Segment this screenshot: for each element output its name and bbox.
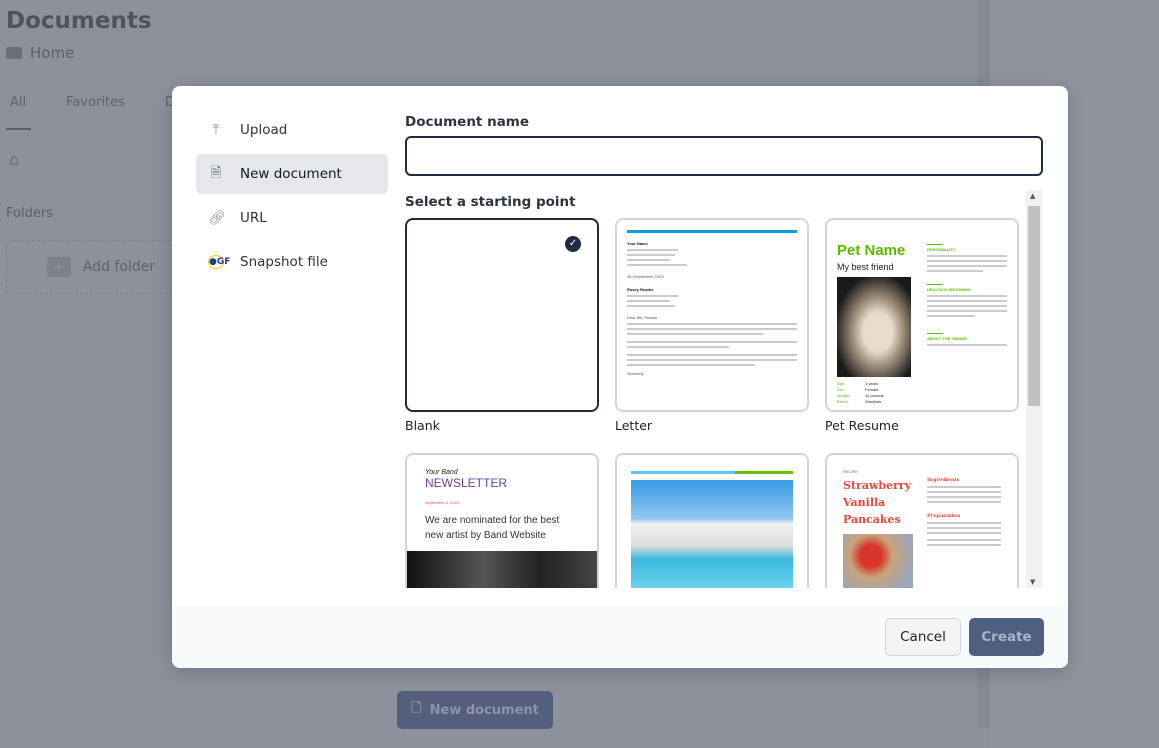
pet-section: ABOUT THE OWNER bbox=[927, 336, 967, 341]
template-thumbnail bbox=[615, 453, 809, 588]
new-document-label: New document bbox=[429, 702, 539, 718]
newsletter-title: NEWSLETTER bbox=[425, 476, 508, 490]
add-folder-icon: + bbox=[46, 257, 71, 277]
template-list: ✓ Blank Your Name 4th September 20XX Ros… bbox=[405, 190, 1027, 588]
home-icon[interactable]: ⌂ bbox=[9, 150, 19, 169]
scrollbar-thumb[interactable] bbox=[1028, 206, 1040, 406]
source-menu: ⤒ Upload 🗎 New document 🔗︎ URL ●GF Snapshot … bbox=[196, 110, 388, 286]
pancake-photo bbox=[843, 534, 913, 588]
tab-all[interactable]: All bbox=[10, 95, 26, 110]
add-folder-label: Add folder bbox=[82, 259, 156, 275]
new-document-dialog: ⤒ Upload 🗎 New document 🔗︎ URL ●GF Snapshot … bbox=[172, 86, 1068, 668]
folder-icon bbox=[6, 47, 22, 59]
new-document-button[interactable]: 🗋 New document bbox=[397, 691, 553, 729]
template-name: Letter bbox=[615, 418, 653, 433]
menu-upload[interactable]: ⤒ Upload bbox=[196, 110, 388, 150]
menu-label: URL bbox=[240, 210, 267, 226]
document-name-label: Document name bbox=[405, 114, 530, 130]
pet-section: PERSONALITY bbox=[927, 247, 956, 252]
tab-favorites[interactable]: Favorites bbox=[66, 95, 125, 110]
template-name: Pet Resume bbox=[825, 418, 899, 433]
template-thumbnail: Your Band NEWSLETTER September 4, 20XX W… bbox=[405, 453, 599, 588]
template-pet-resume[interactable]: Pet Name My best friend Age: 4 years Sex:… bbox=[825, 218, 1019, 433]
link-icon: 🔗︎ bbox=[208, 210, 226, 226]
cancel-button[interactable]: Cancel bbox=[885, 618, 961, 656]
house-photo bbox=[631, 480, 793, 588]
document-name-input[interactable] bbox=[405, 136, 1043, 176]
menu-new-document[interactable]: 🗎 New document bbox=[196, 154, 388, 194]
add-folder-button[interactable]: + Add folder bbox=[6, 240, 196, 294]
recipe-section: Ingredients bbox=[927, 477, 960, 483]
pet-section: HEALTH & GROOMING bbox=[927, 287, 971, 292]
template-recipe[interactable]: RECIPE Strawberry Vanilla Pancakes Ingre… bbox=[825, 453, 1019, 588]
recipe-section: Preparation bbox=[927, 513, 961, 519]
folders-heading: Folders bbox=[6, 206, 53, 221]
active-tab-underline bbox=[6, 128, 31, 130]
template-thumbnail: RECIPE Strawberry Vanilla Pancakes Ingre… bbox=[825, 453, 1019, 588]
template-thumbnail: ✓ bbox=[405, 218, 599, 412]
newsletter-date: September 4, 20XX bbox=[425, 500, 460, 505]
template-newsletter[interactable]: Your Band NEWSLETTER September 4, 20XX W… bbox=[405, 453, 599, 588]
template-thumbnail: Your Name 4th September 20XX Rosey Reade… bbox=[615, 218, 809, 412]
newsletter-kicker: Your Band bbox=[425, 469, 458, 476]
template-name: Blank bbox=[405, 418, 440, 433]
letter-salutation: Dear Ms. Reader, bbox=[627, 315, 659, 320]
gf-snapshot-icon: ●GF bbox=[208, 255, 231, 269]
pet-subtitle: My best friend bbox=[837, 262, 894, 272]
template-letter[interactable]: Your Name 4th September 20XX Rosey Reade… bbox=[615, 218, 809, 433]
menu-snapshot-file[interactable]: ●GF Snapshot file bbox=[196, 242, 388, 282]
letter-closing: Sincerely, bbox=[627, 371, 645, 376]
breadcrumb-home[interactable]: Home bbox=[30, 44, 74, 62]
menu-label: Upload bbox=[240, 122, 288, 138]
template-real-estate[interactable] bbox=[615, 453, 809, 588]
pet-title: Pet Name bbox=[837, 242, 906, 259]
menu-url[interactable]: 🔗︎ URL bbox=[196, 198, 388, 238]
breadcrumb[interactable]: Home bbox=[6, 44, 74, 62]
check-icon: ✓ bbox=[565, 236, 581, 252]
letter-recipient: Rosey Reader bbox=[627, 287, 654, 292]
scroll-up-icon[interactable]: ▲ bbox=[1030, 192, 1035, 200]
newsletter-headline: We are nominated for the best new artist… bbox=[425, 515, 560, 541]
menu-label: New document bbox=[240, 166, 342, 182]
recipe-title: Strawberry Vanilla Pancakes bbox=[843, 479, 912, 526]
page-title: Documents bbox=[6, 8, 152, 34]
new-document-icon: 🗋 bbox=[411, 701, 422, 716]
letter-date: 4th September 20XX bbox=[627, 274, 665, 279]
band-photo bbox=[407, 551, 597, 588]
upload-icon: ⤒ bbox=[212, 122, 220, 138]
cat-photo bbox=[837, 277, 911, 377]
dialog-footer: Cancel Create bbox=[172, 606, 1068, 668]
tabs: All Favorites D bbox=[10, 95, 175, 110]
template-scrollbar[interactable]: ▲ ▼ bbox=[1026, 190, 1042, 588]
create-button[interactable]: Create bbox=[969, 618, 1044, 656]
recipe-kicker: RECIPE bbox=[843, 469, 858, 474]
template-blank[interactable]: ✓ Blank bbox=[405, 218, 599, 433]
scroll-down-icon[interactable]: ▼ bbox=[1030, 578, 1035, 586]
template-thumbnail: Pet Name My best friend Age: 4 years Sex:… bbox=[825, 218, 1019, 412]
letter-sender: Your Name bbox=[627, 241, 648, 246]
new-document-icon: 🗎 bbox=[210, 165, 222, 181]
menu-label: Snapshot file bbox=[240, 254, 328, 270]
